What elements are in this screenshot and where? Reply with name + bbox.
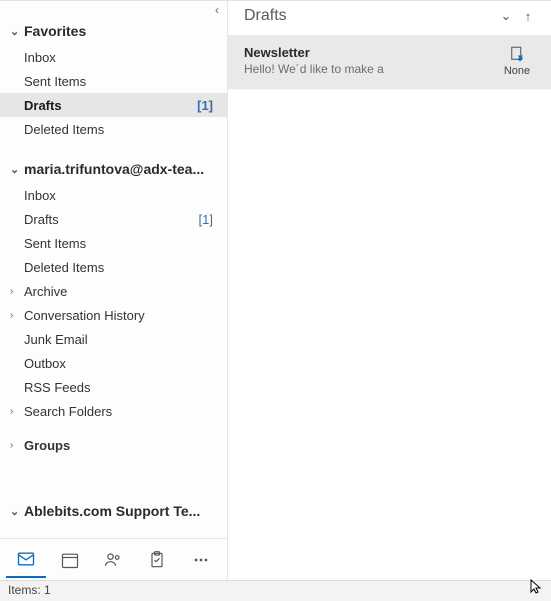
account-search-folders[interactable]: › Search Folders — [0, 399, 227, 423]
message-list-header: Drafts ⌄ ↑ — [228, 1, 551, 35]
account-outbox[interactable]: Outbox — [0, 351, 227, 375]
account-deleted-items[interactable]: Deleted Items — [0, 255, 227, 279]
more-nav-button[interactable] — [181, 542, 221, 578]
account-rss-feeds[interactable]: RSS Feeds — [0, 375, 227, 399]
support-account-label: Ablebits.com Support Te... — [24, 503, 221, 519]
favorites-inbox[interactable]: Inbox — [0, 45, 227, 69]
calendar-icon — [60, 550, 80, 570]
account-junk-email[interactable]: Junk Email — [0, 327, 227, 351]
chevron-right-icon: › — [10, 406, 24, 417]
groups-header[interactable]: › Groups — [0, 433, 227, 457]
message-subject: Newsletter — [244, 45, 497, 60]
favorites-deleted-items[interactable]: Deleted Items — [0, 117, 227, 141]
account-inbox[interactable]: Inbox — [0, 183, 227, 207]
folder-pane: ‹ ⌄ Favorites Inbox Sent Items Drafts [1… — [0, 1, 228, 580]
favorites-drafts[interactable]: Drafts [1] — [0, 93, 227, 117]
message-item[interactable]: Newsletter Hello! We´d like to make a No… — [228, 35, 551, 90]
favorites-header[interactable]: ⌄ Favorites — [0, 17, 227, 45]
tasks-icon — [147, 550, 167, 570]
chevron-down-icon: ⌄ — [10, 505, 24, 518]
mail-icon — [16, 549, 36, 569]
message-list-pane: Drafts ⌄ ↑ Newsletter Hello! We´d like t… — [228, 1, 551, 580]
status-bar: Items: 1 — [0, 580, 551, 601]
account-archive[interactable]: › Archive — [0, 279, 227, 303]
chevron-down-icon: ⌄ — [10, 163, 24, 176]
folder-tree: ⌄ Favorites Inbox Sent Items Drafts [1] … — [0, 17, 227, 538]
message-date: None — [504, 65, 530, 77]
people-nav-button[interactable] — [94, 542, 134, 578]
list-title: Drafts — [244, 7, 495, 25]
account-drafts-count-badge: [1] — [199, 212, 217, 227]
mail-nav-button[interactable] — [6, 542, 46, 578]
nav-bar — [0, 538, 227, 580]
account-conversation-history[interactable]: › Conversation History — [0, 303, 227, 327]
account-sent-items[interactable]: Sent Items — [0, 231, 227, 255]
account-label: maria.trifuntova@adx-tea... — [24, 161, 221, 177]
collapse-pane-button[interactable]: ‹ — [0, 1, 227, 17]
account-header[interactable]: ⌄ maria.trifuntova@adx-tea... — [0, 155, 227, 183]
draft-icon — [508, 45, 526, 63]
tasks-nav-button[interactable] — [137, 542, 177, 578]
chevron-right-icon: › — [10, 286, 24, 297]
ellipsis-icon — [191, 550, 211, 570]
chevron-down-icon: ⌄ — [10, 25, 24, 38]
drafts-count-badge: [1] — [197, 98, 217, 113]
favorites-sent-items[interactable]: Sent Items — [0, 69, 227, 93]
message-preview: Hello! We´d like to make a — [244, 62, 497, 76]
status-items-count: Items: 1 — [8, 583, 51, 597]
chevron-right-icon: › — [10, 440, 24, 451]
account-drafts[interactable]: Drafts [1] — [0, 207, 227, 231]
chevron-right-icon: › — [10, 310, 24, 321]
sort-button[interactable]: ↑ — [517, 9, 539, 24]
calendar-nav-button[interactable] — [50, 542, 90, 578]
favorites-label: Favorites — [24, 23, 221, 39]
filter-dropdown-button[interactable]: ⌄ — [495, 8, 517, 24]
people-icon — [103, 550, 123, 570]
support-account-header[interactable]: ⌄ Ablebits.com Support Te... — [0, 497, 227, 525]
